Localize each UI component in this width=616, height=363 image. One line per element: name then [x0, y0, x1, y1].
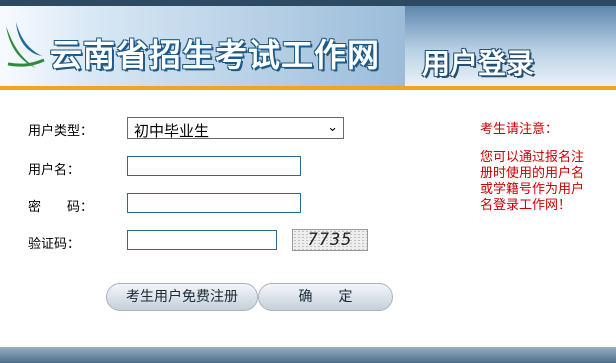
user-type-selected-value: 初中毕业生	[134, 122, 210, 140]
user-type-select[interactable]: 初中毕业生 ⌄	[127, 117, 344, 140]
notice-body: 您可以通过报名注册时使用的用户名或学籍号作为用户名登录工作网！	[480, 150, 585, 213]
captcha-label: 验证码：	[28, 237, 81, 252]
username-label: 用户名：	[28, 163, 81, 178]
captcha-input[interactable]	[127, 230, 277, 250]
accent-divider	[0, 86, 616, 90]
confirm-button[interactable]: 确定	[258, 283, 393, 311]
site-title: 云南省招生考试工作网	[50, 36, 381, 74]
header-banner: 云南省招生考试工作网 用户登录	[0, 6, 616, 86]
user-type-label: 用户类型：	[28, 124, 94, 139]
page-title: 用户登录	[422, 47, 535, 80]
password-label: 密 码：	[28, 200, 94, 215]
leaf-logo-icon	[6, 22, 45, 68]
username-input[interactable]	[127, 156, 301, 176]
password-input[interactable]	[127, 193, 301, 213]
captcha-text: 7735	[307, 230, 353, 250]
register-button[interactable]: 考生用户免费注册	[106, 283, 258, 311]
notice-title: 考生请注意：	[480, 122, 559, 137]
captcha-image[interactable]: 7735	[292, 229, 368, 251]
footer-bar	[0, 347, 616, 363]
chevron-down-icon: ⌄	[327, 120, 338, 135]
